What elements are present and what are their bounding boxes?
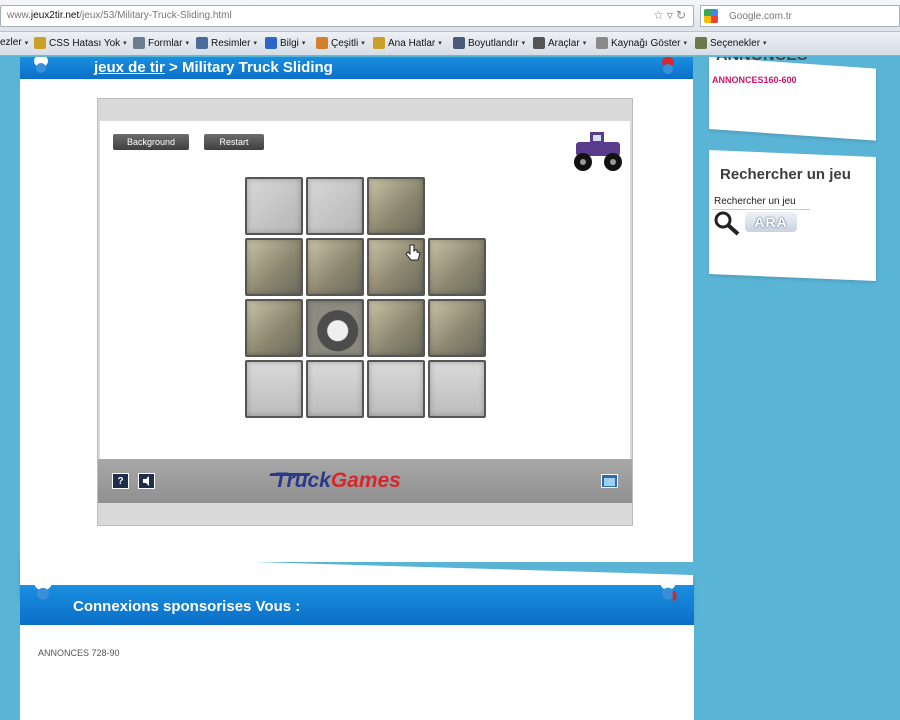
game-canvas[interactable]: Background Restart (100, 121, 630, 459)
toolbar-menu-item[interactable]: CSS Hatası Yok ▾ (34, 37, 127, 49)
toolbar-menu-item[interactable]: Resimler ▾ (196, 37, 257, 49)
search-engine-label: Google.com.tr (729, 11, 792, 22)
sponsored-ads: ANNONCES 728-90 (38, 648, 120, 658)
dropdown-caret-icon: ▾ (582, 40, 587, 47)
toolbar-menu-item[interactable]: ezler ▾ (0, 37, 28, 48)
toolbar-item-label: Kaynağı Göster (611, 37, 681, 49)
toolbar-menu-item[interactable]: Araçlar ▾ (533, 37, 586, 49)
source-icon (596, 37, 608, 49)
dropdown-caret-icon: ▾ (185, 40, 189, 47)
toolbar-menu-item[interactable]: Bilgi ▾ (265, 37, 305, 49)
outline-icon (373, 37, 385, 49)
annonces-box (709, 57, 876, 141)
puzzle-tile[interactable] (306, 238, 364, 296)
dropdown-caret-icon: ▾ (24, 39, 29, 47)
image-icon (196, 37, 208, 49)
smurf-mascot-icon (34, 578, 52, 600)
toolbar-menu-item[interactable]: Ana Hatlar ▾ (373, 37, 442, 49)
toolbar-menu-item[interactable]: Kaynağı Göster ▾ (596, 37, 687, 49)
puzzle-tile[interactable] (367, 299, 425, 357)
puzzle-tile[interactable] (245, 360, 303, 418)
game-search-title: Rechercher un jeu (720, 166, 851, 183)
puzzle-tile[interactable] (306, 177, 364, 235)
restart-button[interactable]: Restart (204, 134, 264, 150)
sliding-puzzle (245, 177, 488, 421)
annonces-title: ANNONCES (716, 57, 808, 65)
fullscreen-icon (604, 478, 615, 486)
game-frame: Background Restart ? TruckGames (97, 98, 633, 526)
puzzle-tile[interactable] (245, 299, 303, 357)
url-action-icons[interactable]: ☆▿↻ (653, 8, 689, 22)
smurf-mascot-icon (662, 57, 674, 74)
toolbar-menu-item[interactable]: Çeşitli ▾ (316, 37, 365, 49)
toolbar-item-label: Formlar (148, 37, 183, 49)
toolbar-menu-item[interactable]: Formlar ▾ (133, 37, 189, 49)
dropdown-caret-icon: ▾ (521, 40, 526, 47)
sponsored-title: Connexions sponsorises Vous : (73, 598, 301, 615)
game-header: jeux de tir > Military Truck Sliding (20, 57, 693, 79)
game-search-input[interactable]: Rechercher un jeu (712, 194, 810, 210)
url-text: www.jeux2tir.net/jeux/53/Military-Truck-… (7, 10, 232, 21)
hand-cursor-icon (405, 244, 421, 261)
puzzle-tile[interactable] (245, 238, 303, 296)
toolbar-item-label: Resimler (211, 37, 251, 49)
toolbar-item-label: Boyutlandır (468, 37, 519, 49)
game-footer: ? TruckGames (98, 459, 632, 503)
puzzle-tile[interactable] (367, 177, 425, 235)
browser-search-input[interactable]: Google.com.tr (700, 5, 900, 27)
dropdown-caret-icon: ▾ (123, 40, 127, 47)
toolbar-item-label: ezler (0, 37, 22, 48)
dropdown-caret-icon: ▾ (253, 40, 257, 47)
breadcrumb-current: Military Truck Sliding (181, 59, 333, 76)
tools-icon (533, 37, 545, 49)
magnifier-icon (714, 211, 740, 236)
truckgames-logo[interactable]: TruckGames (274, 469, 401, 493)
dropdown-caret-icon: ▾ (301, 40, 306, 47)
smurf-mascot-icon (34, 57, 48, 73)
toolbar-menu-item[interactable]: Boyutlandır ▾ (453, 37, 525, 49)
puzzle-tile[interactable] (367, 360, 425, 418)
browser-address-bar: www.jeux2tir.net/jeux/53/Military-Truck-… (0, 0, 900, 32)
smurf-mascot-icon (660, 578, 677, 601)
sound-button[interactable] (138, 473, 155, 489)
developer-toolbar: ezler ▾ CSS Hatası Yok ▾ Formlar ▾ Resimler ▾ Bi… (0, 32, 900, 56)
form-icon (133, 37, 145, 49)
ara-search-button[interactable]: ARA (745, 212, 797, 232)
help-button[interactable]: ? (112, 473, 129, 489)
toolbar-item-label: Ana Hatlar (388, 37, 436, 49)
info-icon (265, 37, 277, 49)
toolbar-item-label: CSS Hatası Yok (49, 37, 121, 49)
speaker-icon (142, 476, 149, 486)
monster-truck-icon (574, 132, 622, 171)
web-page: jeux de tir > Military Truck Sliding Bac… (0, 57, 900, 720)
breadcrumb: jeux de tir > Military Truck Sliding (94, 59, 333, 76)
puzzle-tile[interactable] (428, 360, 486, 418)
pencil-icon (34, 37, 46, 49)
annonces-subtitle[interactable]: ANNONCES160-600 (712, 75, 797, 85)
puzzle-tile[interactable] (306, 299, 364, 357)
google-icon[interactable] (704, 9, 718, 23)
toolbar-item-label: Araçlar (548, 37, 580, 49)
toolbar-menu-item[interactable]: Seçenekler ▾ (695, 37, 767, 49)
dropdown-caret-icon: ▾ (763, 40, 767, 47)
puzzle-tile[interactable] (428, 238, 486, 296)
puzzle-tile[interactable] (245, 177, 303, 235)
dropdown-caret-icon: ▾ (683, 40, 687, 47)
dropdown-caret-icon: ▾ (361, 40, 365, 47)
puzzle-tile[interactable] (428, 299, 486, 357)
url-input[interactable]: www.jeux2tir.net/jeux/53/Military-Truck-… (0, 5, 694, 27)
options-icon (695, 37, 707, 49)
puzzle-tile[interactable] (306, 360, 364, 418)
dropdown-caret-icon: ▾ (438, 40, 442, 47)
resize-icon (453, 37, 465, 49)
toolbar-item-label: Çeşitli (331, 37, 359, 49)
toolbar-item-label: Bilgi (280, 37, 299, 49)
breadcrumb-link[interactable]: jeux de tir (94, 59, 165, 76)
misc-icon (316, 37, 328, 49)
toolbar-item-label: Seçenekler (710, 37, 761, 49)
background-button[interactable]: Background (113, 134, 189, 150)
fullscreen-button[interactable] (601, 474, 618, 488)
